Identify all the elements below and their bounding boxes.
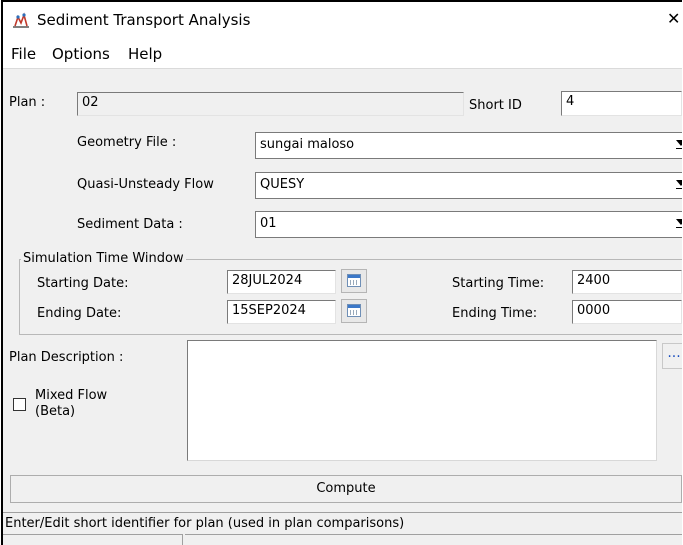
geometry-file-value: sungai maloso [260,137,355,152]
menu-bar: File Options Help [3,38,682,69]
title-bar: Sediment Transport Analysis ✕ [3,2,682,38]
description-edit-button[interactable]: ... [662,343,682,369]
mixed-flow-beta-label: (Beta) [35,404,76,419]
ending-time-label: Ending Time: [452,306,538,321]
close-icon[interactable]: ✕ [667,9,680,28]
plan-description-label: Plan Description : [9,350,124,365]
compute-button[interactable]: Compute [10,475,682,503]
calendar-icon [347,304,361,317]
short-id-label: Short ID [469,98,522,113]
starting-time-label: Starting Time: [452,276,545,291]
ending-date-calendar-button[interactable] [341,299,367,323]
ending-date-label: Ending Date: [37,306,122,321]
starting-date-label: Starting Date: [37,276,129,291]
starting-date-input[interactable]: 28JUL2024 [227,270,336,294]
flow-value: QUESY [260,177,305,192]
geometry-label: Geometry File : [77,135,177,150]
status-segment [3,534,183,545]
flow-label: Quasi-Unsteady Flow [77,177,214,192]
plan-description-textarea[interactable] [187,340,657,461]
status-bar: Enter/Edit short identifier for plan (us… [3,512,682,534]
menu-help[interactable]: Help [128,45,162,63]
mixed-flow-label: Mixed Flow [35,388,108,403]
time-window-legend: Simulation Time Window [21,251,186,266]
window-title: Sediment Transport Analysis [37,11,251,29]
sediment-data-select[interactable]: 01 [255,211,682,238]
sediment-value: 01 [260,216,277,231]
status-segment [185,534,682,545]
mixed-flow-checkbox[interactable] [13,398,26,411]
short-id-input[interactable]: 4 [561,91,682,116]
ending-time-input[interactable]: 0000 [572,300,682,324]
calendar-icon [347,274,361,287]
dropdown-arrow-icon [676,219,682,225]
menu-file[interactable]: File [11,45,36,63]
geometry-file-select[interactable]: sungai maloso [255,132,682,159]
plan-label: Plan : [9,95,46,110]
plan-title-field[interactable]: 02 [77,92,464,116]
starting-time-input[interactable]: 2400 [572,270,682,294]
dialog-window: Sediment Transport Analysis ✕ File Optio… [1,0,682,545]
starting-date-calendar-button[interactable] [341,269,367,293]
app-icon [12,11,30,29]
dropdown-arrow-icon [676,140,682,146]
status-text: Enter/Edit short identifier for plan (us… [5,516,405,531]
dropdown-arrow-icon [676,180,682,186]
ending-date-input[interactable]: 15SEP2024 [227,300,336,324]
quasi-unsteady-flow-select[interactable]: QUESY [255,172,682,199]
sediment-label: Sediment Data : [77,217,183,232]
menu-options[interactable]: Options [52,45,110,63]
